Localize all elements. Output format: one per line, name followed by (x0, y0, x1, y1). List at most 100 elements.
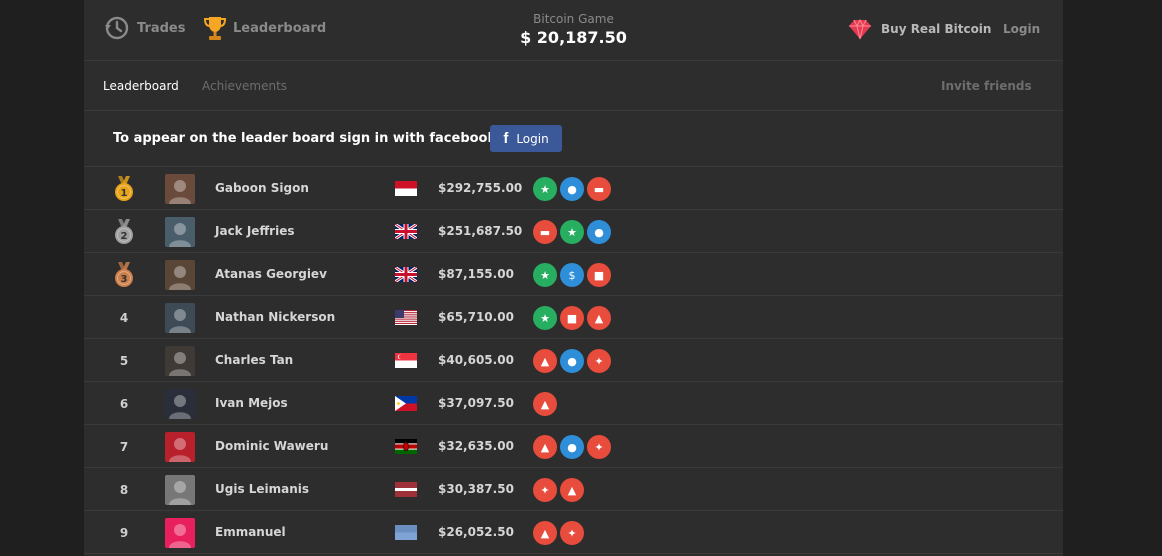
leaderboard-row[interactable]: 6 Ivan Mejos $37,097.50 ▲ (84, 382, 1063, 425)
player-name[interactable]: Atanas Georgiev (215, 267, 327, 281)
player-balance: $87,155.00 (438, 267, 514, 281)
avatar[interactable] (165, 432, 195, 462)
kenya-flag-icon (395, 439, 417, 454)
philippines-flag-icon (395, 396, 417, 411)
player-balance: $40,605.00 (438, 353, 514, 367)
red-rocket-icon[interactable]: ✦ (587, 435, 611, 459)
usa-flag-icon (395, 310, 417, 325)
blue-moneybag-icon[interactable]: $ (560, 263, 584, 287)
player-balance: $65,710.00 (438, 310, 514, 324)
player-name[interactable]: Charles Tan (215, 353, 293, 367)
rank-number: 9 (119, 525, 129, 540)
login-link[interactable]: Login (1003, 22, 1040, 36)
player-name[interactable]: Ivan Mejos (215, 396, 288, 410)
leaderboard-list: 1 Gaboon Sigon $292,755.00 ★ ● ▬ 2 Jack Jeffrie… (84, 167, 1063, 554)
top-bar: Trades Leaderboard Bitcoin Game $ 20,187… (84, 0, 1063, 61)
player-name[interactable]: Ugis Leimanis (215, 482, 309, 496)
red-coins-icon[interactable]: ■ (560, 306, 584, 330)
uk-flag-icon (395, 224, 417, 239)
sub-nav: Leaderboard Achievements Invite friends (84, 61, 1063, 111)
leaderboard-row[interactable]: 8 Ugis Leimanis $30,387.50 ✦ ▲ (84, 468, 1063, 511)
indonesia-flag-icon (395, 181, 417, 196)
player-balance: $32,635.00 (438, 439, 514, 453)
avatar[interactable] (165, 389, 195, 419)
red-rocket-icon[interactable]: ✦ (587, 349, 611, 373)
player-name[interactable]: Nathan Nickerson (215, 310, 335, 324)
facebook-prompt: To appear on the leader board sign in wi… (84, 111, 1063, 167)
tab-leaderboard[interactable]: Leaderboard (103, 79, 179, 93)
unknown-flag-icon (395, 525, 417, 540)
red-rocket-icon[interactable]: ✦ (533, 478, 557, 502)
red-flame-icon[interactable]: ▲ (560, 478, 584, 502)
avatar[interactable] (165, 174, 195, 204)
leaderboard-row[interactable]: 2 Jack Jeffries $251,687.50 ▬ ★ ● (84, 210, 1063, 253)
avatar[interactable] (165, 260, 195, 290)
facebook-prompt-text: To appear on the leader board sign in wi… (113, 131, 497, 146)
leaderboard-row[interactable]: 7 Dominic Waweru $32,635.00 ▲ ● ✦ (84, 425, 1063, 468)
green-medal-icon[interactable]: ★ (533, 263, 557, 287)
tab-achievements[interactable]: Achievements (202, 79, 287, 93)
achievement-badges: ▬ ★ ● (533, 220, 611, 244)
leaderboard-row[interactable]: 9 Emmanuel $26,052.50 ▲ ✦ (84, 511, 1063, 554)
player-balance: $37,097.50 (438, 396, 514, 410)
player-name[interactable]: Emmanuel (215, 525, 286, 539)
latvia-flag-icon (395, 482, 417, 497)
player-name[interactable]: Gaboon Sigon (215, 181, 309, 195)
green-medal-icon[interactable]: ★ (560, 220, 584, 244)
bronze-medal-icon: 3 (112, 253, 136, 296)
buy-real-bitcoin-label: Buy Real Bitcoin (881, 22, 992, 36)
facebook-login-button[interactable]: f Login (490, 125, 562, 152)
gold-medal-icon: 1 (112, 167, 136, 210)
red-coins-icon[interactable]: ■ (587, 263, 611, 287)
leaderboard-row[interactable]: 5 Charles Tan $40,605.00 ▲ ● ✦ (84, 339, 1063, 382)
red-rocket-icon[interactable]: ✦ (560, 521, 584, 545)
achievement-badges: ▲ ● ✦ (533, 349, 611, 373)
red-flame-icon[interactable]: ▲ (533, 435, 557, 459)
achievement-badges: ★ ■ ▲ (533, 306, 611, 330)
achievement-badges: ▲ ✦ (533, 521, 584, 545)
blue-sun-icon[interactable]: ● (560, 349, 584, 373)
rank-number: 4 (119, 310, 129, 325)
red-flame-icon[interactable]: ▲ (533, 521, 557, 545)
green-medal-icon[interactable]: ★ (533, 306, 557, 330)
player-name[interactable]: Jack Jeffries (215, 224, 294, 238)
rank-number: 3 (121, 274, 128, 285)
player-name[interactable]: Dominic Waweru (215, 439, 328, 453)
invite-friends-link[interactable]: Invite friends (941, 79, 1032, 93)
avatar[interactable] (165, 303, 195, 333)
blue-sun-icon[interactable]: ● (560, 435, 584, 459)
blue-trophy-icon[interactable]: ● (560, 177, 584, 201)
rank-number: 1 (121, 188, 128, 199)
app-container: Trades Leaderboard Bitcoin Game $ 20,187… (84, 0, 1063, 556)
leaderboard-row[interactable]: 1 Gaboon Sigon $292,755.00 ★ ● ▬ (84, 167, 1063, 210)
buy-real-bitcoin-button[interactable]: Buy Real Bitcoin (848, 17, 991, 41)
uk-flag-icon (395, 267, 417, 282)
achievement-badges: ▲ (533, 392, 557, 416)
avatar[interactable] (165, 217, 195, 247)
red-chart-icon[interactable]: ▬ (533, 220, 557, 244)
singapore-flag-icon (395, 353, 417, 368)
player-balance: $251,687.50 (438, 224, 523, 238)
achievement-badges: ▲ ● ✦ (533, 435, 611, 459)
red-flame-icon[interactable]: ▲ (533, 392, 557, 416)
leaderboard-row[interactable]: 3 Atanas Georgiev $87,155.00 ★ $ ■ (84, 253, 1063, 296)
blue-trophy-icon[interactable]: ● (587, 220, 611, 244)
green-medal-icon[interactable]: ★ (533, 177, 557, 201)
facebook-login-label: Login (516, 131, 549, 146)
rank-number: 7 (119, 439, 129, 454)
player-balance: $292,755.00 (438, 181, 523, 195)
player-balance: $26,052.50 (438, 525, 514, 539)
avatar[interactable] (165, 475, 195, 505)
rank-number: 6 (119, 396, 129, 411)
gem-icon (849, 18, 871, 40)
achievement-badges: ★ ● ▬ (533, 177, 611, 201)
avatar[interactable] (165, 518, 195, 548)
rank-number: 2 (121, 231, 128, 242)
achievement-badges: ★ $ ■ (533, 263, 611, 287)
leaderboard-row[interactable]: 4 Nathan Nickerson $65,710.00 ★ ■ ▲ (84, 296, 1063, 339)
avatar[interactable] (165, 346, 195, 376)
red-chart-icon[interactable]: ▬ (587, 177, 611, 201)
red-flame-icon[interactable]: ▲ (587, 306, 611, 330)
red-flame-icon[interactable]: ▲ (533, 349, 557, 373)
rank-number: 5 (119, 353, 129, 368)
